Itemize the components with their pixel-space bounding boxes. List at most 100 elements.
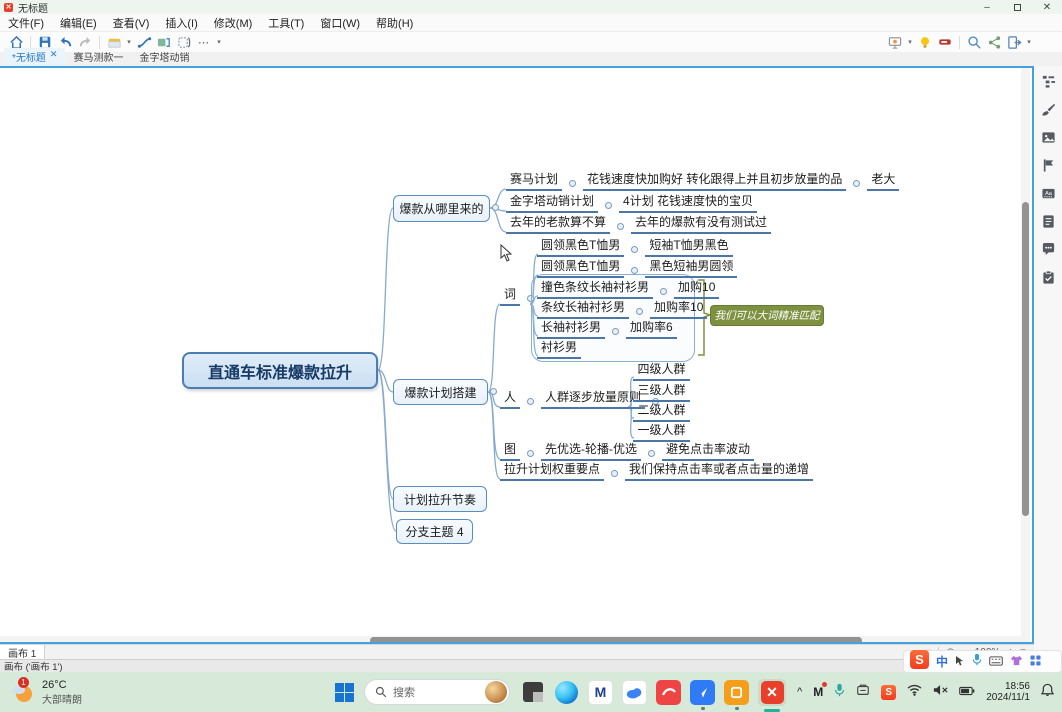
app-icon-folder-dark[interactable] bbox=[520, 680, 545, 705]
ime-mic-icon[interactable] bbox=[972, 653, 982, 671]
ime-skin-icon[interactable] bbox=[1010, 653, 1023, 671]
topic-text[interactable]: 撞色条纹长袖衬衫男 bbox=[537, 280, 653, 299]
app-icon-cloud-disk[interactable] bbox=[622, 680, 647, 705]
tray-box-icon[interactable] bbox=[856, 683, 870, 702]
topic-text[interactable]: 衬衫男 bbox=[537, 340, 581, 359]
branch-topic-2[interactable]: 爆款计划搭建 bbox=[393, 379, 488, 405]
topic-row[interactable]: 条纹长袖衬衫男 加购率10 bbox=[537, 300, 707, 319]
close-button[interactable]: ✕ bbox=[1032, 0, 1062, 14]
collapse-button[interactable] bbox=[569, 180, 576, 187]
chevron-down-icon[interactable]: ▾ bbox=[214, 38, 224, 46]
branch-topic-4[interactable]: 分支主题 4 bbox=[396, 519, 473, 544]
topic-row[interactable]: 圆领黑色T恤男 黑色短袖男圆领 bbox=[537, 259, 737, 278]
topic-row[interactable]: 长袖衬衫男 加购率6 bbox=[537, 320, 677, 339]
topic-text[interactable]: 赛马计划 bbox=[506, 172, 562, 191]
tray-notification-icon[interactable] bbox=[1041, 683, 1054, 702]
collapse-button[interactable] bbox=[648, 450, 655, 457]
topic-text[interactable]: 加购10 bbox=[674, 280, 719, 299]
start-button[interactable] bbox=[332, 680, 356, 704]
topic-text[interactable]: 人群逐步放量原则 bbox=[541, 390, 645, 409]
comment-icon[interactable] bbox=[1041, 242, 1056, 257]
callout-topic[interactable]: 我们可以大词精准匹配 bbox=[710, 305, 824, 326]
topic-text[interactable]: 圆领黑色T恤男 bbox=[537, 259, 624, 278]
central-topic[interactable]: 直通车标准爆款拉升 bbox=[182, 352, 378, 389]
topic-row[interactable]: 去年的老款算不算 去年的爆款有没有测试过 bbox=[506, 215, 771, 234]
menu-edit[interactable]: 编辑(E) bbox=[52, 13, 105, 33]
branch-topic-3[interactable]: 计划拉升节奏 bbox=[393, 486, 487, 512]
app-icon-m-doc[interactable]: M bbox=[588, 680, 613, 705]
topic-text[interactable]: 人 bbox=[500, 390, 520, 409]
topic-level2-crowd[interactable]: 二级人群 bbox=[633, 401, 690, 422]
ime-chinese-mode[interactable]: 中 bbox=[936, 653, 948, 670]
topic-text[interactable]: 图 bbox=[500, 442, 520, 461]
app-icon-edge[interactable] bbox=[554, 680, 579, 705]
topic-text[interactable]: 条纹长袖衬衫男 bbox=[537, 300, 629, 319]
outline-icon[interactable] bbox=[1041, 74, 1056, 89]
ime-sogou-logo[interactable]: S bbox=[910, 650, 929, 669]
app-icon-mindmap-active[interactable]: ✕ bbox=[758, 679, 786, 706]
collapse-button[interactable] bbox=[853, 180, 860, 187]
topic-row[interactable]: 金字塔动销计划 4计划 花钱速度快的宝贝 bbox=[506, 194, 757, 213]
tab-close-icon[interactable]: ✕ bbox=[50, 49, 58, 64]
task-clipboard-icon[interactable] bbox=[1041, 270, 1056, 285]
topic-text[interactable]: 加购率10 bbox=[650, 300, 707, 319]
horizontal-scrollbar-thumb[interactable] bbox=[370, 637, 862, 644]
topic-row[interactable]: 衬衫男 bbox=[537, 340, 581, 359]
topic-text[interactable]: 加购率6 bbox=[626, 320, 677, 339]
topic-row[interactable]: 赛马计划 花钱速度快加购好 转化跟得上并且初步放量的品 老大 bbox=[506, 172, 899, 191]
doc-tab-untitled[interactable]: *无标题 ✕ bbox=[4, 48, 65, 66]
menu-file[interactable]: 文件(F) bbox=[0, 13, 52, 33]
topic-text[interactable]: 拉升计划权重要点 bbox=[500, 462, 604, 481]
topic-text[interactable]: 词 bbox=[500, 287, 520, 306]
tray-sogou-icon[interactable]: S bbox=[881, 685, 896, 700]
lightbulb-icon[interactable] bbox=[915, 33, 935, 51]
format-brush-icon[interactable] bbox=[1041, 102, 1056, 117]
topic-text[interactable]: 老大 bbox=[867, 172, 899, 191]
topic-row[interactable]: 圆领黑色T恤男 短袖T恤男黑色 bbox=[537, 238, 733, 257]
ime-grid-icon[interactable] bbox=[1030, 653, 1041, 671]
share-icon[interactable] bbox=[984, 33, 1004, 51]
topic-text[interactable]: 避免点击率波动 bbox=[662, 442, 754, 461]
collapse-button[interactable] bbox=[631, 267, 638, 274]
app-icon-orange[interactable] bbox=[724, 680, 749, 705]
app-icon-red[interactable] bbox=[656, 680, 681, 705]
branch-topic-1[interactable]: 爆款从哪里来的 bbox=[393, 195, 490, 222]
menu-window[interactable]: 窗口(W) bbox=[312, 13, 368, 33]
collapse-button[interactable] bbox=[631, 246, 638, 253]
menu-insert[interactable]: 插入(I) bbox=[157, 13, 205, 33]
menu-tools[interactable]: 工具(T) bbox=[260, 13, 312, 33]
topic-text[interactable]: 黑色短袖男圆领 bbox=[645, 259, 737, 278]
app-icon-blue-arrow[interactable] bbox=[690, 680, 715, 705]
ime-cursor-icon[interactable] bbox=[955, 653, 965, 671]
collapse-button[interactable] bbox=[492, 204, 499, 211]
image-icon[interactable] bbox=[1041, 130, 1056, 145]
collapse-button[interactable] bbox=[617, 223, 624, 230]
tray-chevron-up-icon[interactable]: ^ bbox=[797, 686, 802, 698]
topic-level1-crowd[interactable]: 一级人群 bbox=[633, 421, 690, 442]
chevron-down-icon[interactable]: ▾ bbox=[1024, 38, 1034, 46]
taskbar-search-input[interactable]: 搜索 bbox=[364, 679, 510, 705]
collapse-button[interactable] bbox=[612, 328, 619, 335]
presentation-icon[interactable] bbox=[885, 33, 905, 51]
topic-text[interactable]: 我们保持点击率或者点击量的递增 bbox=[625, 462, 813, 481]
tray-mic-icon[interactable] bbox=[834, 683, 845, 702]
export-icon[interactable] bbox=[1004, 33, 1024, 51]
tray-clock[interactable]: 18:56 2024/11/1 bbox=[986, 681, 1030, 703]
topic-text[interactable]: 短袖T恤男黑色 bbox=[645, 238, 732, 257]
collapse-button[interactable] bbox=[660, 288, 667, 295]
laser-pointer-icon[interactable] bbox=[935, 33, 955, 51]
tray-battery-icon[interactable] bbox=[959, 683, 975, 701]
ime-keyboard-icon[interactable] bbox=[989, 653, 1003, 671]
topic-text[interactable]: 先优选-轮播-优选 bbox=[541, 442, 641, 461]
restore-button[interactable] bbox=[1002, 0, 1032, 14]
collapse-button[interactable] bbox=[611, 470, 618, 477]
menu-view[interactable]: 查看(V) bbox=[105, 13, 158, 33]
collapse-button[interactable] bbox=[605, 202, 612, 209]
menu-modify[interactable]: 修改(M) bbox=[206, 13, 261, 33]
topic-row-picture[interactable]: 图 先优选-轮播-优选 避免点击率波动 bbox=[500, 442, 754, 461]
collapse-button[interactable] bbox=[490, 388, 497, 395]
ime-toolbar[interactable]: S 中 bbox=[903, 650, 1062, 673]
weather-widget[interactable]: 1 26°C 大部晴朗 bbox=[10, 679, 82, 706]
topic-text[interactable]: 长袖衬衫男 bbox=[537, 320, 605, 339]
canvas-tab-1[interactable]: 画布 1 bbox=[0, 645, 45, 660]
